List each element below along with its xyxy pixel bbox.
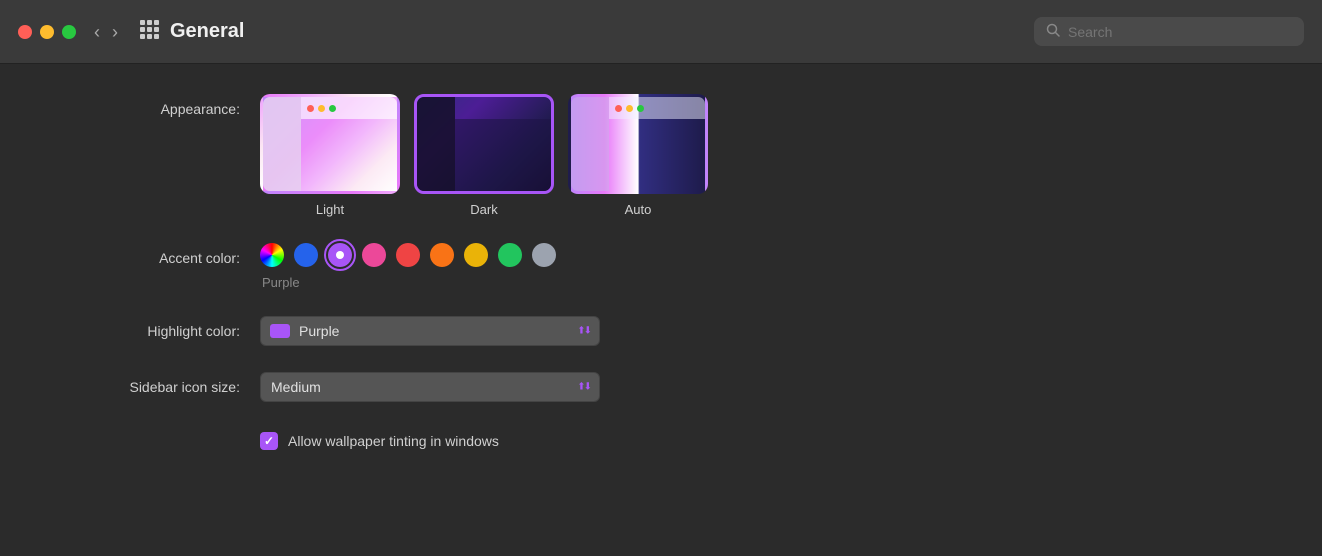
accent-color-content: Purple bbox=[260, 243, 556, 290]
accent-purple[interactable] bbox=[328, 243, 352, 267]
appearance-row: Appearance: Light bbox=[60, 94, 1262, 217]
accent-color-row: Accent color: bbox=[60, 243, 1262, 290]
thumb-auto-topbar bbox=[609, 97, 705, 119]
accent-green[interactable] bbox=[498, 243, 522, 267]
wallpaper-tinting-spacer bbox=[60, 428, 260, 434]
appearance-label: Appearance: bbox=[60, 94, 260, 120]
thumb-light-sidebar bbox=[263, 97, 301, 191]
main-content: Appearance: Light bbox=[0, 64, 1322, 506]
wallpaper-checkbox-row: Allow wallpaper tinting in windows bbox=[260, 428, 499, 450]
appearance-dark-label: Dark bbox=[470, 202, 497, 217]
accent-orange[interactable] bbox=[430, 243, 454, 267]
accent-red[interactable] bbox=[396, 243, 420, 267]
accent-pink[interactable] bbox=[362, 243, 386, 267]
appearance-auto[interactable]: Auto bbox=[568, 94, 708, 217]
highlight-color-label: Highlight color: bbox=[60, 316, 260, 342]
titlebar: ‹ › General bbox=[0, 0, 1322, 64]
accent-multicolor[interactable] bbox=[260, 243, 284, 267]
page-title: General bbox=[170, 20, 1034, 43]
appearance-dark[interactable]: Dark bbox=[414, 94, 554, 217]
thumb-dot-red bbox=[307, 105, 314, 112]
thumb-dot-yellow bbox=[318, 105, 325, 112]
thumb-dark-content bbox=[455, 119, 551, 191]
highlight-color-row: Highlight color: Purple Blue Pink Red Or… bbox=[60, 316, 1262, 346]
thumb-dot-red bbox=[615, 105, 622, 112]
appearance-auto-thumb[interactable] bbox=[568, 94, 708, 194]
thumb-dark-sidebar bbox=[417, 97, 455, 191]
appearance-dark-thumb[interactable] bbox=[414, 94, 554, 194]
search-input[interactable] bbox=[1068, 24, 1292, 40]
sidebar-icon-size-row: Sidebar icon size: Small Medium Large bbox=[60, 372, 1262, 402]
highlight-color-content: Purple Blue Pink Red Orange Yellow Green… bbox=[260, 316, 600, 346]
minimize-button[interactable] bbox=[40, 25, 54, 39]
grid-icon[interactable] bbox=[138, 18, 160, 46]
thumb-dot-green bbox=[637, 105, 644, 112]
search-icon bbox=[1046, 23, 1060, 40]
window-controls bbox=[18, 25, 76, 39]
nav-arrows: ‹ › bbox=[90, 21, 122, 43]
appearance-options: Light Dark bbox=[260, 94, 708, 217]
accent-selected-name: Purple bbox=[262, 275, 556, 290]
accent-color-options bbox=[260, 243, 556, 267]
appearance-light[interactable]: Light bbox=[260, 94, 400, 217]
appearance-content: Light Dark bbox=[260, 94, 708, 217]
thumb-light-content bbox=[301, 119, 397, 191]
forward-button[interactable]: › bbox=[108, 21, 122, 43]
highlight-select-wrapper[interactable]: Purple Blue Pink Red Orange Yellow Green… bbox=[260, 316, 600, 346]
search-bar[interactable] bbox=[1034, 17, 1304, 46]
maximize-button[interactable] bbox=[62, 25, 76, 39]
thumb-auto-sidebar bbox=[571, 97, 609, 191]
back-button[interactable]: ‹ bbox=[90, 21, 104, 43]
accent-yellow[interactable] bbox=[464, 243, 488, 267]
wallpaper-tinting-row: Allow wallpaper tinting in windows bbox=[60, 428, 1262, 450]
accent-blue[interactable] bbox=[294, 243, 318, 267]
sidebar-icon-size-select[interactable]: Small Medium Large bbox=[260, 372, 600, 402]
thumb-dot-yellow bbox=[626, 105, 633, 112]
sidebar-icon-size-content: Small Medium Large bbox=[260, 372, 600, 402]
sidebar-icon-select-wrapper[interactable]: Small Medium Large bbox=[260, 372, 600, 402]
accent-color-label: Accent color: bbox=[60, 243, 260, 269]
wallpaper-tinting-label: Allow wallpaper tinting in windows bbox=[288, 433, 499, 449]
thumb-dot-green bbox=[329, 105, 336, 112]
sidebar-icon-dropdown-row: Small Medium Large bbox=[260, 372, 600, 402]
sidebar-icon-size-label: Sidebar icon size: bbox=[60, 372, 260, 398]
appearance-auto-label: Auto bbox=[625, 202, 652, 217]
appearance-light-label: Light bbox=[316, 202, 344, 217]
thumb-light-topbar bbox=[301, 97, 397, 119]
close-button[interactable] bbox=[18, 25, 32, 39]
highlight-color-select[interactable]: Purple Blue Pink Red Orange Yellow Green… bbox=[260, 316, 600, 346]
highlight-dropdown-row: Purple Blue Pink Red Orange Yellow Green… bbox=[260, 316, 600, 346]
wallpaper-tinting-content: Allow wallpaper tinting in windows bbox=[260, 428, 499, 450]
wallpaper-tinting-checkbox[interactable] bbox=[260, 432, 278, 450]
accent-graphite[interactable] bbox=[532, 243, 556, 267]
appearance-light-thumb[interactable] bbox=[260, 94, 400, 194]
